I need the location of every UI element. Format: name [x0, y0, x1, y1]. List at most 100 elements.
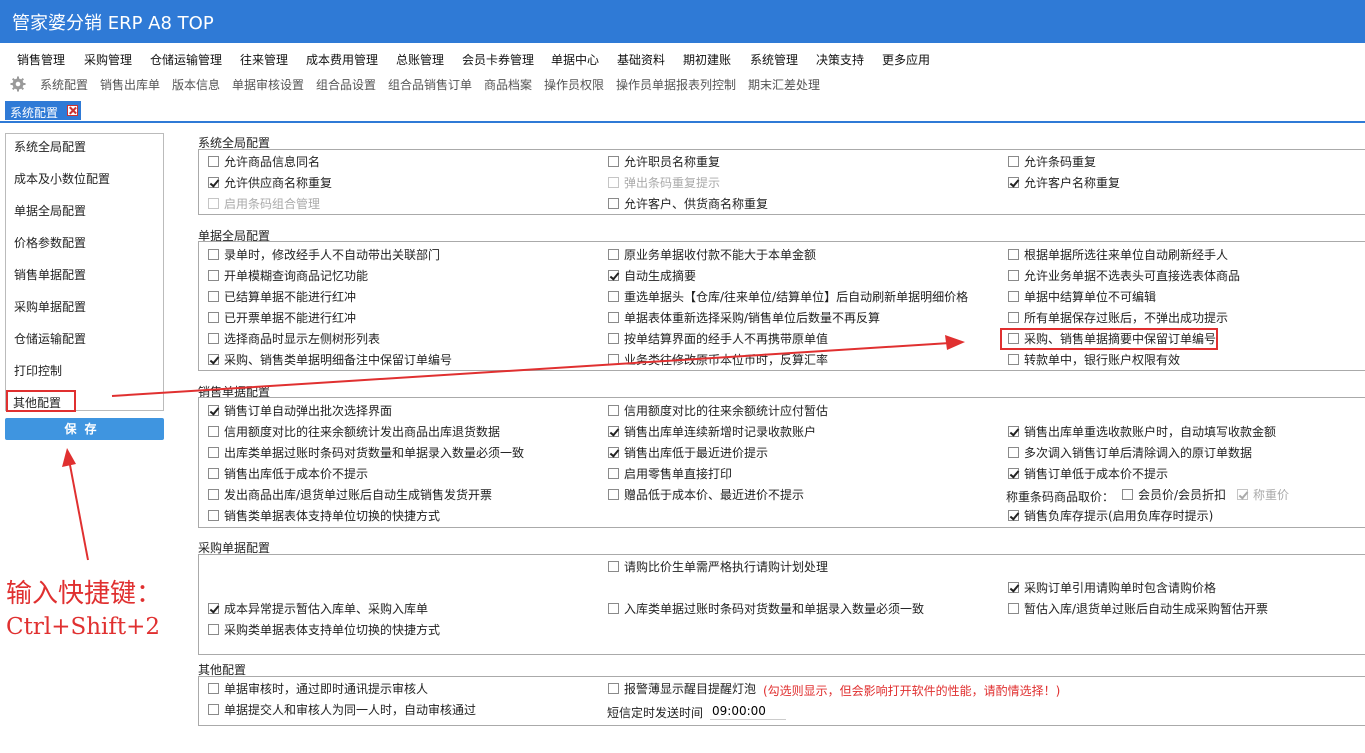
menu-item[interactable]: 成本费用管理	[306, 51, 378, 68]
option-checkbox[interactable]: 允许供应商名称重复	[208, 175, 332, 191]
toolbar-item[interactable]: 操作员单据报表列控制	[616, 76, 736, 93]
option-checkbox[interactable]: 出库类单据过账时条码对货数量和单据录入数量必须一致	[208, 445, 524, 461]
menu-item[interactable]: 往来管理	[240, 51, 288, 68]
close-icon[interactable]	[67, 105, 78, 116]
option-checkbox[interactable]: 弹出条码重复提示	[608, 175, 720, 191]
sidebar-item-purchase[interactable]: 采购单据配置	[14, 298, 86, 315]
toolbar-item[interactable]: 商品档案	[484, 76, 532, 93]
option-checkbox[interactable]: 采购订单引用请购单时包含请购价格	[1008, 580, 1216, 596]
option-checkbox[interactable]: 报警薄显示醒目提醒灯泡	[608, 681, 756, 697]
option-checkbox[interactable]: 启用零售单直接打印	[608, 466, 732, 482]
option-checkbox[interactable]: 信用额度对比的往来余额统计发出商品出库退货数据	[208, 424, 500, 440]
option-checkbox[interactable]: 发出商品出库/退货单过账后自动生成销售发货开票	[208, 487, 492, 503]
main-menu-bar: 销售管理 采购管理 仓储运输管理 往来管理 成本费用管理 总账管理 会员卡券管理…	[0, 47, 1365, 71]
option-checkbox[interactable]: 所有单据保存过账后，不弹出成功提示	[1008, 310, 1228, 326]
alarm-note: (勾选则显示，但会影响打开软件的性能，请酌情选择！)	[763, 684, 1061, 698]
option-checkbox[interactable]: 单据提交人和审核人为同一人时，自动审核通过	[208, 702, 476, 718]
option-checkbox[interactable]: 原业务单据收付款不能大于本单金额	[608, 247, 816, 263]
toolbar-item[interactable]: 操作员权限	[544, 76, 604, 93]
option-checkbox[interactable]: 销售出库单重选收款账户时，自动填写收款金额	[1008, 424, 1276, 440]
sidebar-item-warehouse[interactable]: 仓储运输配置	[14, 330, 86, 347]
menu-item[interactable]: 采购管理	[84, 51, 132, 68]
tab-system-config[interactable]: 系统配置	[5, 101, 81, 120]
option-checkbox[interactable]: 开单模糊查询商品记忆功能	[208, 268, 368, 284]
option-checkbox[interactable]: 选择商品时显示左侧树形列表	[208, 331, 380, 347]
option-checkbox[interactable]: 入库类单据过账时条码对货数量和单据录入数量必须一致	[608, 601, 924, 617]
option-checkbox[interactable]: 允许商品信息同名	[208, 154, 320, 170]
option-checkbox[interactable]: 转款单中，银行账户权限有效	[1008, 352, 1180, 368]
arrow-head	[62, 448, 76, 467]
option-checkbox[interactable]: 按单结算界面的经手人不再携带原单值	[608, 331, 828, 347]
weigh-price-label: 称重条码商品取价：	[1006, 490, 1115, 504]
annotation-shortcut: Ctrl+Shift+2	[6, 614, 161, 640]
menu-item[interactable]: 基础资料	[617, 51, 665, 68]
title-bar: 管家婆分销 ERP A8 TOP	[0, 0, 1365, 43]
menu-item[interactable]: 销售管理	[17, 51, 65, 68]
sidebar-item-other[interactable]: 其他配置	[13, 394, 61, 411]
toolbar-item[interactable]: 期末汇差处理	[748, 76, 820, 93]
menu-item[interactable]: 更多应用	[882, 51, 930, 68]
save-button[interactable]: 保存	[5, 418, 164, 440]
menu-item[interactable]: 期初建账	[683, 51, 731, 68]
menu-item[interactable]: 决策支持	[816, 51, 864, 68]
option-checkbox[interactable]: 销售出库低于最近进价提示	[608, 445, 768, 461]
option-checkbox[interactable]: 单据审核时，通过即时通讯提示审核人	[208, 681, 428, 697]
menu-item[interactable]: 仓储运输管理	[150, 51, 222, 68]
option-checkbox[interactable]: 销售订单低于成本价不提示	[1008, 466, 1168, 482]
toolbar-item[interactable]: 组合品设置	[316, 76, 376, 93]
option-checkbox[interactable]: 允许客户、供货商名称重复	[608, 196, 768, 212]
option-checkbox[interactable]: 销售出库低于成本价不提示	[208, 466, 368, 482]
toolbar-item[interactable]: 单据审核设置	[232, 76, 304, 93]
option-checkbox[interactable]: 允许职员名称重复	[608, 154, 720, 170]
option-checkbox[interactable]: 已开票单据不能进行红冲	[208, 310, 356, 326]
option-checkbox[interactable]: 销售负库存提示(启用负库存时提示)	[1008, 508, 1213, 524]
sidebar-item-sales[interactable]: 销售单据配置	[14, 266, 86, 283]
option-checkbox[interactable]: 启用条码组合管理	[208, 196, 320, 212]
section-global	[198, 149, 1365, 215]
option-checkbox[interactable]: 赠品低于成本价、最近进价不提示	[608, 487, 804, 503]
sidebar-item-cost-decimal[interactable]: 成本及小数位配置	[14, 170, 110, 187]
option-checkbox[interactable]: 单据中结算单位不可编辑	[1008, 289, 1156, 305]
option-checkbox[interactable]: 销售类单据表体支持单位切换的快捷方式	[208, 508, 440, 524]
sidebar-item-bill[interactable]: 单据全局配置	[14, 202, 86, 219]
option-checkbox[interactable]: 单据表体重新选择采购/销售单位后数量不再反算	[608, 310, 880, 326]
option-checkbox[interactable]: 销售出库单连续新增时记录收款账户	[608, 424, 816, 440]
option-checkbox[interactable]: 信用额度对比的往来余额统计应付暂估	[608, 403, 828, 419]
quick-toolbar: 系统配置 销售出库单 版本信息 单据审核设置 组合品设置 组合品销售订单 商品档…	[0, 73, 1365, 97]
arrow-line	[69, 464, 89, 561]
sidebar-item-global[interactable]: 系统全局配置	[14, 138, 86, 155]
toolbar-item[interactable]: 销售出库单	[100, 76, 160, 93]
option-checkbox[interactable]: 允许业务单据不选表头可直接选表体商品	[1008, 268, 1240, 284]
sms-time-input[interactable]	[710, 703, 786, 720]
option-checkbox[interactable]: 会员价/会员折扣	[1122, 487, 1226, 503]
toolbar-item[interactable]: 组合品销售订单	[388, 76, 472, 93]
option-checkbox[interactable]: 允许条码重复	[1008, 154, 1096, 170]
sidebar-item-print[interactable]: 打印控制	[14, 362, 62, 379]
option-checkbox[interactable]: 重选单据头【仓库/往来单位/结算单位】后自动刷新单据明细价格	[608, 289, 968, 305]
option-checkbox[interactable]: 称重价	[1237, 487, 1289, 503]
option-checkbox[interactable]: 多次调入销售订单后清除调入的原订单数据	[1008, 445, 1252, 461]
toolbar-item[interactable]: 系统配置	[40, 76, 88, 93]
option-checkbox[interactable]: 采购、销售类单据明细备注中保留订单编号	[208, 352, 452, 368]
gear-icon[interactable]	[10, 76, 26, 92]
menu-item[interactable]: 单据中心	[551, 51, 599, 68]
toolbar-item[interactable]: 版本信息	[172, 76, 220, 93]
option-checkbox[interactable]: 请购比价生单需严格执行请购计划处理	[608, 559, 828, 575]
option-checkbox[interactable]: 暂估入库/退货单过账后自动生成采购暂估开票	[1008, 601, 1268, 617]
option-checkbox[interactable]: 业务类往修改原币本位币时，反算汇率	[608, 352, 828, 368]
option-checkbox[interactable]: 录单时，修改经手人不自动带出关联部门	[208, 247, 440, 263]
menu-item[interactable]: 总账管理	[396, 51, 444, 68]
option-checkbox[interactable]: 采购、销售单据摘要中保留订单编号	[1008, 331, 1216, 347]
option-checkbox[interactable]: 允许客户名称重复	[1008, 175, 1120, 191]
tab-bar: 系统配置	[0, 99, 1365, 123]
option-checkbox[interactable]: 销售订单自动弹出批次选择界面	[208, 403, 392, 419]
option-checkbox[interactable]: 已结算单据不能进行红冲	[208, 289, 356, 305]
menu-item[interactable]: 会员卡券管理	[462, 51, 534, 68]
option-checkbox[interactable]: 根据单据所选往来单位自动刷新经手人	[1008, 247, 1228, 263]
config-sidebar: 系统全局配置 成本及小数位配置 单据全局配置 价格参数配置 销售单据配置 采购单…	[5, 133, 164, 411]
option-checkbox[interactable]: 成本异常提示暂估入库单、采购入库单	[208, 601, 428, 617]
sidebar-item-price[interactable]: 价格参数配置	[14, 234, 86, 251]
option-checkbox[interactable]: 自动生成摘要	[608, 268, 696, 284]
option-checkbox[interactable]: 采购类单据表体支持单位切换的快捷方式	[208, 622, 440, 638]
menu-item[interactable]: 系统管理	[750, 51, 798, 68]
